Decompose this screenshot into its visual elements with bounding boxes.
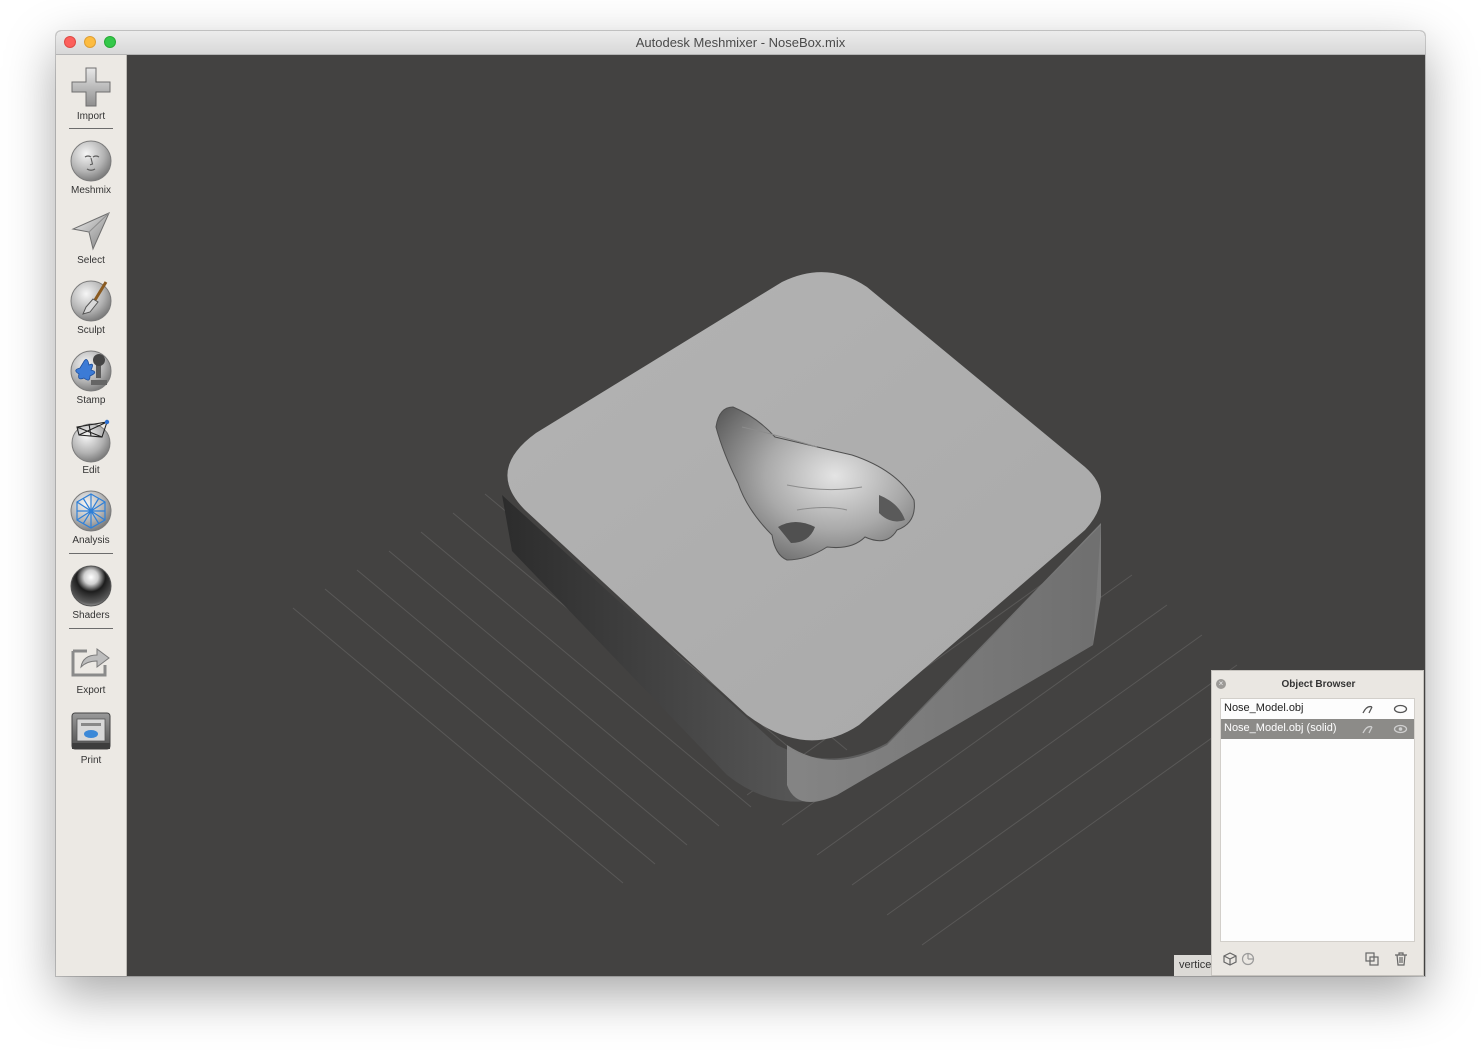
plus-icon bbox=[71, 67, 111, 107]
print-button[interactable]: Print bbox=[56, 709, 126, 766]
face-sphere-icon bbox=[70, 140, 112, 182]
import-button[interactable]: Import bbox=[56, 65, 126, 122]
analysis-sphere-icon bbox=[70, 490, 112, 532]
stamp-button[interactable]: Stamp bbox=[56, 349, 126, 406]
arrow-pointer-icon bbox=[71, 212, 110, 251]
select-label: Select bbox=[77, 255, 105, 266]
eye-icon[interactable] bbox=[1393, 722, 1408, 736]
toolbar-divider bbox=[69, 628, 113, 629]
sculpt-label: Sculpt bbox=[77, 325, 105, 336]
brush-icon[interactable] bbox=[1360, 702, 1375, 716]
window-title: Autodesk Meshmixer - NoseBox.mix bbox=[635, 35, 846, 50]
print-label: Print bbox=[80, 755, 102, 766]
object-browser-actions bbox=[1212, 947, 1425, 975]
sculpt-button[interactable]: Sculpt bbox=[56, 279, 126, 336]
window-zoom-button[interactable] bbox=[104, 36, 116, 48]
meshmix-label: Meshmix bbox=[70, 185, 111, 196]
shaders-label: Shaders bbox=[72, 610, 110, 621]
title-bar: Autodesk Meshmixer - NoseBox.mix bbox=[56, 31, 1425, 55]
combine-icon[interactable] bbox=[1240, 951, 1256, 967]
stamp-sphere-icon bbox=[70, 350, 112, 392]
export-button[interactable]: Export bbox=[56, 639, 126, 696]
analysis-button[interactable]: Analysis bbox=[56, 489, 126, 546]
toolbar-divider bbox=[69, 128, 113, 129]
analysis-label: Analysis bbox=[72, 535, 110, 546]
cube-icon[interactable] bbox=[1222, 951, 1238, 967]
duplicate-icon[interactable] bbox=[1364, 951, 1380, 967]
status-text: vertice bbox=[1179, 959, 1212, 971]
edit-button[interactable]: Edit bbox=[56, 419, 126, 476]
brush-icon[interactable] bbox=[1360, 722, 1375, 736]
export-label: Export bbox=[76, 685, 106, 696]
shaders-sphere-icon bbox=[70, 565, 112, 607]
toolbar-divider bbox=[69, 553, 113, 554]
eye-icon[interactable] bbox=[1393, 702, 1408, 716]
object-name: Nose_Model.obj (solid) bbox=[1224, 722, 1337, 734]
meshmix-button[interactable]: Meshmix bbox=[56, 139, 126, 196]
import-label: Import bbox=[76, 111, 106, 122]
list-item[interactable]: Nose_Model.obj (solid) bbox=[1221, 719, 1414, 739]
list-item[interactable]: Nose_Model.obj bbox=[1221, 699, 1414, 719]
brush-sphere-icon bbox=[70, 280, 112, 322]
edit-label: Edit bbox=[82, 465, 100, 476]
trash-icon[interactable] bbox=[1393, 951, 1409, 967]
object-name: Nose_Model.obj bbox=[1224, 702, 1304, 714]
tool-sidebar: Import Meshmix Select Sculpt Stamp Edit … bbox=[56, 55, 127, 976]
window-close-button[interactable] bbox=[64, 36, 76, 48]
shaders-button[interactable]: Shaders bbox=[56, 564, 126, 621]
stamp-label: Stamp bbox=[76, 395, 106, 406]
object-list: Nose_Model.obj Nose_Model.obj (solid) bbox=[1220, 698, 1415, 942]
app-window: Autodesk Meshmixer - NoseBox.mix Import … bbox=[56, 31, 1425, 976]
window-minimize-button[interactable] bbox=[84, 36, 96, 48]
export-icon bbox=[71, 648, 110, 677]
printer-icon bbox=[71, 712, 111, 750]
object-browser-title: Object Browser bbox=[1281, 679, 1356, 690]
object-browser-panel: × Object Browser Nose_Model.obj Nose_Mod… bbox=[1211, 670, 1424, 976]
edit-sphere-icon bbox=[71, 419, 111, 463]
select-button[interactable]: Select bbox=[56, 209, 126, 266]
